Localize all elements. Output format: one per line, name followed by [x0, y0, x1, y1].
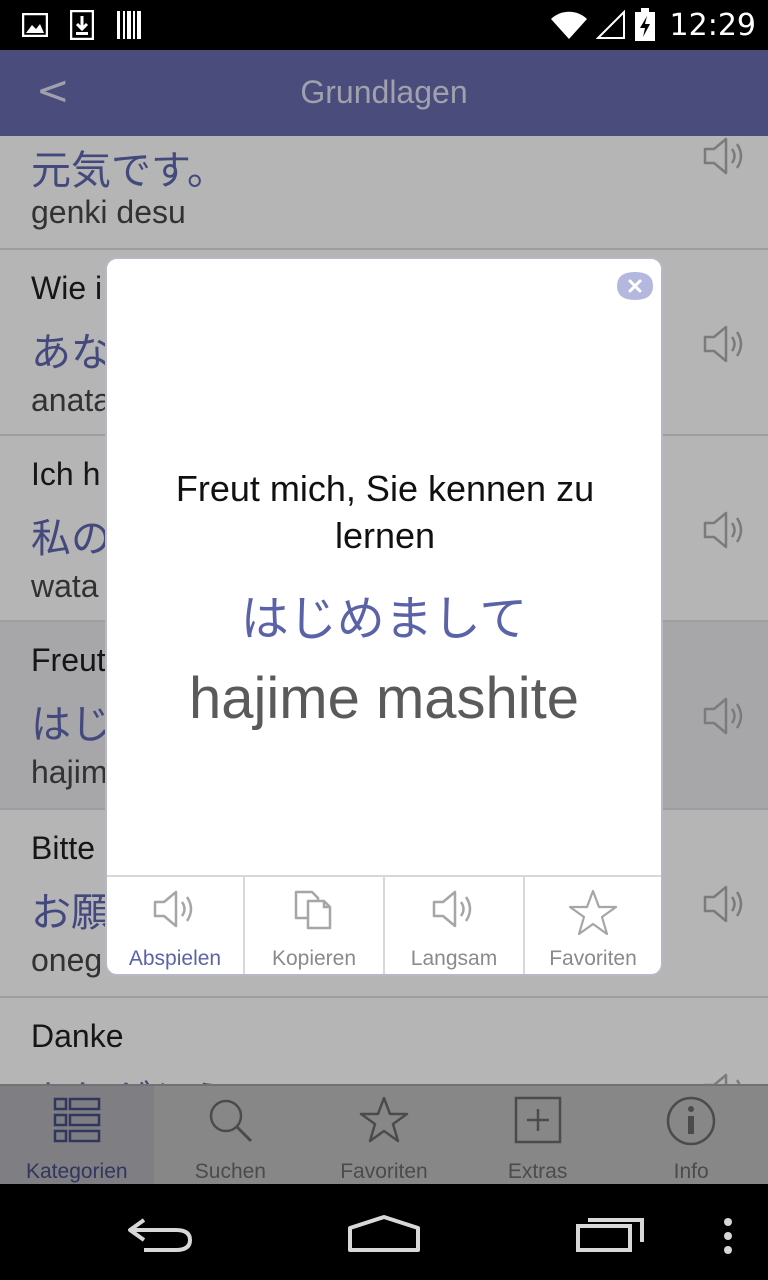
battery-icon: [634, 8, 655, 41]
clock: 12:29: [669, 7, 756, 43]
signal-icon: [595, 10, 625, 39]
speaker-icon: [432, 890, 472, 928]
phrase-german: Freut mich, Sie kennen zu lernen: [175, 468, 595, 556]
slow-play-button[interactable]: Langsam: [385, 877, 525, 974]
play-button[interactable]: Abspielen: [107, 877, 245, 974]
phrase-dialog: Freut mich, Sie kennen zu lernen はじめまして …: [105, 257, 663, 976]
status-bar: 12:29: [0, 0, 768, 50]
star-icon: [568, 889, 618, 936]
action-label: Langsam: [410, 947, 498, 970]
system-nav-bar: [0, 1184, 768, 1280]
modal-backdrop-tabbar[interactable]: [0, 1084, 768, 1184]
home-nav-icon[interactable]: [346, 1214, 422, 1254]
copy-button[interactable]: Kopieren: [245, 877, 385, 974]
dialog-actions: Abspielen Kopieren Langsam Favoriten: [107, 875, 661, 974]
phrase-romaji: hajime mashite: [188, 666, 580, 731]
wifi-icon: [550, 11, 587, 39]
action-label: Kopieren: [271, 947, 357, 970]
back-nav-icon[interactable]: [124, 1214, 196, 1254]
image-icon: [22, 13, 48, 37]
action-label: Favoriten: [549, 947, 637, 970]
phrase-japanese: はじめまして: [240, 591, 528, 647]
barcode-icon: [117, 11, 141, 39]
favorite-button[interactable]: Favoriten: [525, 877, 661, 974]
overflow-menu-icon[interactable]: [720, 1216, 736, 1256]
recents-nav-icon[interactable]: [574, 1214, 646, 1254]
copy-icon: [294, 890, 332, 930]
speaker-icon: [153, 890, 193, 928]
action-label: Abspielen: [128, 947, 222, 970]
close-icon[interactable]: [615, 269, 655, 303]
download-icon: [70, 10, 94, 40]
